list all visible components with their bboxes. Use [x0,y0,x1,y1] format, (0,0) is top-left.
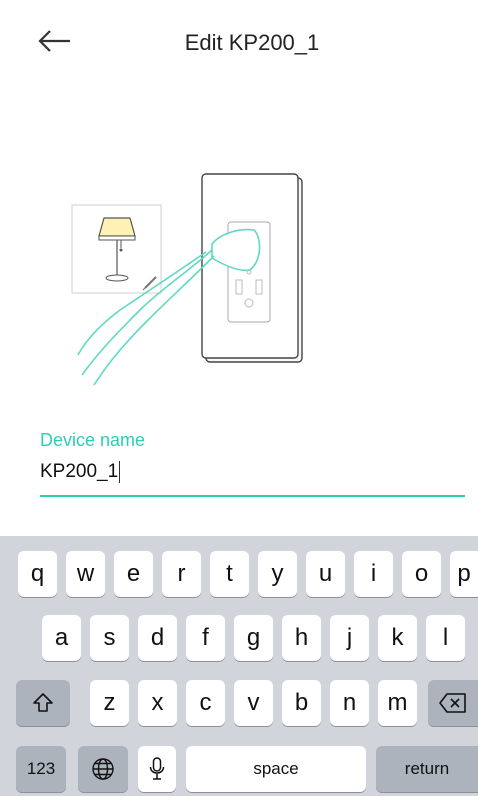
key-x[interactable]: x [138,680,177,726]
key-d[interactable]: d [138,615,177,661]
key-k[interactable]: k [378,615,417,661]
key-w[interactable]: w [66,551,105,597]
key-i[interactable]: i [354,551,393,597]
input-underline [40,495,465,497]
key-b[interactable]: b [282,680,321,726]
key-f[interactable]: f [186,615,225,661]
shift-icon [33,693,53,712]
key-e[interactable]: e [114,551,153,597]
key-s[interactable]: s [90,615,129,661]
globe-key[interactable] [78,746,128,792]
key-c[interactable]: c [186,680,225,726]
shift-key[interactable] [16,680,70,726]
device-name-label: Device name [40,430,146,450]
key-m[interactable]: m [378,680,417,726]
key-l[interactable]: l [426,615,465,661]
key-z[interactable]: z [90,680,129,726]
space-key[interactable]: space [186,746,366,792]
key-o[interactable]: o [402,551,441,597]
key-t[interactable]: t [210,551,249,597]
key-n[interactable]: n [330,680,369,726]
keyboard: q w e r t y u i o p a s d f g h j k l z … [0,536,478,796]
key-r[interactable]: r [162,551,201,597]
return-key[interactable]: return [376,746,478,792]
device-name-value: KP200_1 [40,461,119,482]
globe-icon [92,758,114,780]
lamp-icon[interactable] [71,204,162,294]
text-caret [119,461,121,483]
backspace-key[interactable] [428,680,478,726]
device-name-field: Device name KP200_1 [40,430,465,497]
key-g[interactable]: g [234,615,273,661]
key-h[interactable]: h [282,615,321,661]
numbers-key[interactable]: 123 [16,746,66,792]
key-p[interactable]: p [450,551,478,597]
backspace-icon [439,693,466,713]
key-y[interactable]: y [258,551,297,597]
key-v[interactable]: v [234,680,273,726]
device-illustration [0,160,478,400]
header: Edit KP200_1 [0,0,478,92]
page-title: Edit KP200_1 [184,30,320,55]
microphone-key[interactable] [138,746,176,792]
key-u[interactable]: u [306,551,345,597]
key-q[interactable]: q [18,551,57,597]
device-name-input[interactable]: KP200_1 [40,459,465,485]
mic-icon [149,757,165,780]
key-a[interactable]: a [42,615,81,661]
key-j[interactable]: j [330,615,369,661]
